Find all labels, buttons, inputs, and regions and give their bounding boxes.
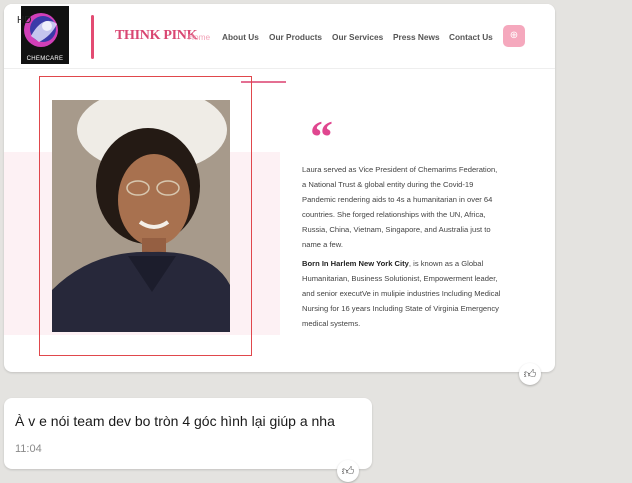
- text-like-button[interactable]: 👍︎: [337, 460, 359, 482]
- plus-circle-icon: ⊕: [509, 30, 519, 41]
- header-divider: [91, 15, 94, 59]
- bio-paragraph-1: Laura served as Vice President of Chemar…: [302, 165, 498, 249]
- nav-press-news[interactable]: Press News: [393, 32, 440, 42]
- bio-paragraph-2-rest: , is known as a Global Humanitarian, Bus…: [302, 259, 501, 328]
- hd-badge: HD: [17, 15, 32, 26]
- nav-home[interactable]: Home: [188, 32, 210, 42]
- message-time: 11:04: [15, 443, 42, 455]
- nav-our-products[interactable]: Our Products: [269, 32, 322, 42]
- nav-action-button[interactable]: ⊕: [503, 25, 525, 47]
- logo-text: CHEMCARE: [26, 56, 64, 62]
- quote-mark: “: [310, 111, 333, 162]
- thumbs-up-icon: 👍︎: [341, 464, 355, 478]
- thumbs-up-icon: 👍︎: [523, 367, 537, 381]
- image-like-button[interactable]: 👍︎: [519, 363, 541, 385]
- message-text: À v e nói team dev bo tròn 4 góc hình lạ…: [15, 413, 335, 429]
- bio-text: Laura served as Vice President of Chemar…: [302, 162, 502, 335]
- photo-frame: [39, 76, 252, 356]
- nav-contact-us[interactable]: Contact Us: [449, 32, 493, 42]
- nav-about-us[interactable]: About Us: [222, 32, 259, 42]
- text-message[interactable]: À v e nói team dev bo tròn 4 góc hình lạ…: [4, 398, 372, 469]
- bio-birthplace: Born In Harlem New York City: [302, 259, 409, 268]
- bio-paragraph-2: Born In Harlem New York City, is known a…: [302, 256, 502, 331]
- nav-our-services[interactable]: Our Services: [332, 32, 383, 42]
- image-message[interactable]: HD CHEMCARE THINK PINK Home About Us Our…: [4, 4, 555, 372]
- brand-name: THINK PINK: [115, 28, 198, 43]
- site-header: CHEMCARE THINK PINK Home About Us Our Pr…: [4, 4, 555, 69]
